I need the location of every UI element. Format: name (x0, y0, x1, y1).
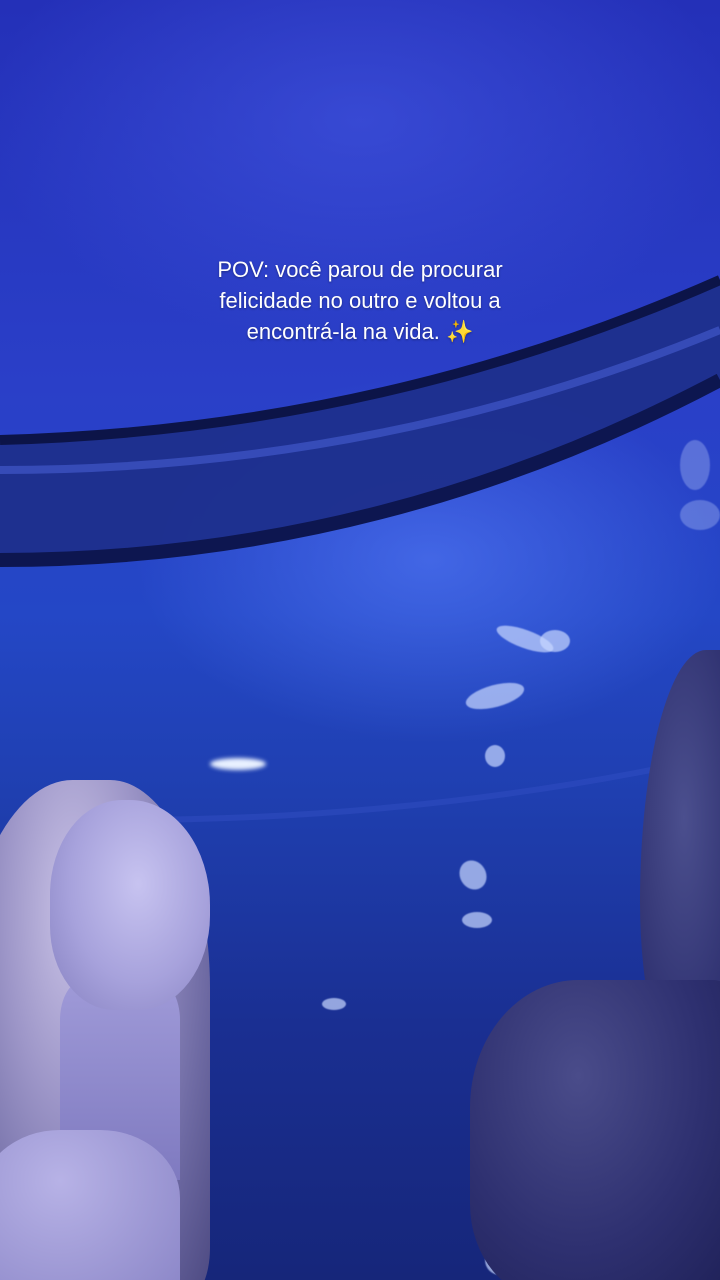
woman-shoulder (0, 1130, 180, 1280)
woman-face (50, 800, 210, 1010)
video-frame: POV: você parou de procurar felicidade n… (0, 0, 720, 1280)
fish (540, 630, 570, 652)
fish (680, 500, 720, 530)
light-reflection (210, 758, 266, 770)
fish (462, 912, 492, 928)
fish (680, 440, 710, 490)
video-caption: POV: você parou de procurar felicidade n… (217, 257, 503, 344)
fish (485, 745, 505, 767)
fish (322, 998, 346, 1010)
rock (470, 980, 720, 1280)
